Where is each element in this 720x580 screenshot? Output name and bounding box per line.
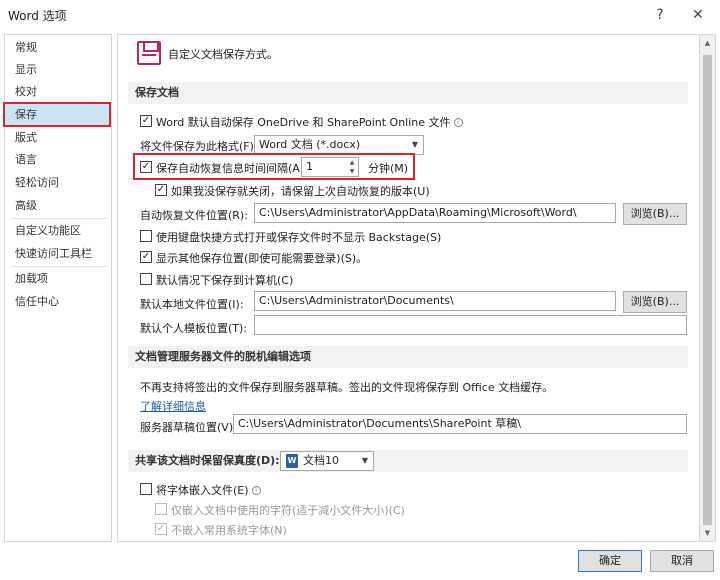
scroll-up-icon[interactable]: ▲ bbox=[700, 35, 715, 51]
browse-autorecover-button[interactable]: 浏览(B)... bbox=[623, 203, 687, 225]
sidebar-item-display[interactable]: 显示 bbox=[5, 59, 111, 81]
fidelity-document-value: 文档10 bbox=[303, 454, 339, 467]
save-format-value: Word 文档 (*.docx) bbox=[259, 138, 361, 151]
autosave-onedrive-label: Word 默认自动保存 OneDrive 和 SharePoint Online… bbox=[156, 114, 463, 130]
sidebar-item-advanced[interactable]: 高级 bbox=[5, 195, 111, 217]
section-preserve-fidelity: 共享该文档时保留保真度(D): bbox=[128, 450, 688, 472]
no-common-fonts-checkbox[interactable]: ✓ bbox=[155, 523, 167, 535]
server-drafts-input[interactable]: C:\Users\Administrator\Documents\SharePo… bbox=[233, 414, 687, 434]
sidebar-item-trust-center[interactable]: 信任中心 bbox=[5, 291, 111, 313]
save-icon bbox=[137, 41, 161, 65]
save-format-select[interactable]: Word 文档 (*.docx) ▼ bbox=[254, 135, 424, 155]
show-more-locations-checkbox[interactable]: ✓ bbox=[140, 251, 152, 263]
browse-local-button[interactable]: 浏览(B)... bbox=[623, 291, 687, 313]
section-server-offline-editing: 文档管理服务器文件的脱机编辑选项 bbox=[128, 346, 688, 368]
scroll-thumb[interactable] bbox=[703, 55, 712, 525]
highlight-autorecover-row bbox=[133, 153, 415, 180]
sidebar-item-layout[interactable]: 版式 bbox=[5, 127, 111, 149]
page-heading: 自定义文档保存方式。 bbox=[168, 48, 278, 61]
server-drafts-note: 不再支持将签出的文件保存到服务器草稿。签出的文件现将保存到 Office 文档缓… bbox=[140, 381, 554, 394]
help-button[interactable]: ? bbox=[648, 4, 672, 26]
sidebar-item-general[interactable]: 常规 bbox=[5, 37, 111, 59]
embed-fonts-checkbox[interactable] bbox=[140, 483, 152, 495]
template-location-input[interactable] bbox=[254, 315, 687, 335]
autosave-onedrive-checkbox[interactable]: ✓ bbox=[140, 115, 152, 127]
sidebar-item-accessibility[interactable]: 轻松访问 bbox=[5, 172, 111, 194]
no-backstage-checkbox[interactable] bbox=[140, 230, 152, 242]
template-location-label: 默认个人模板位置(T): bbox=[140, 322, 248, 335]
sidebar-item-addins[interactable]: 加载项 bbox=[5, 268, 111, 290]
scroll-down-icon[interactable]: ▼ bbox=[700, 525, 715, 541]
fidelity-document-select[interactable]: W 文档10 ▼ bbox=[280, 451, 374, 471]
sidebar-item-quick-access-toolbar[interactable]: 快速访问工具栏 bbox=[5, 243, 111, 265]
word-doc-icon: W bbox=[286, 454, 298, 468]
embed-used-chars-checkbox[interactable] bbox=[155, 503, 167, 515]
local-location-label: 默认本地文件位置(I): bbox=[140, 298, 244, 311]
info-icon: i bbox=[453, 118, 463, 127]
chevron-down-icon: ▼ bbox=[361, 456, 369, 465]
window-title: Word 选项 bbox=[8, 9, 67, 23]
embed-fonts-label: 将字体嵌入文件(E) i bbox=[156, 482, 261, 498]
info-icon: i bbox=[251, 486, 261, 495]
save-to-computer-checkbox[interactable] bbox=[140, 273, 152, 285]
sidebar-divider bbox=[11, 218, 107, 219]
autorecover-location-input[interactable]: C:\Users\Administrator\AppData\Roaming\M… bbox=[254, 203, 616, 223]
save-to-computer-label: 默认情况下保存到计算机(C) bbox=[156, 274, 294, 287]
keep-last-version-checkbox[interactable]: ✓ bbox=[155, 184, 167, 196]
ok-button[interactable]: 确定 bbox=[578, 550, 642, 572]
local-location-input[interactable]: C:\Users\Administrator\Documents\ bbox=[254, 291, 616, 311]
title-bar: Word 选项 ? ✕ bbox=[0, 0, 720, 30]
learn-more-link[interactable]: 了解详细信息 bbox=[140, 398, 206, 414]
autorecover-location-label: 自动恢复文件位置(R): bbox=[140, 209, 248, 222]
highlight-save-item bbox=[3, 102, 111, 127]
no-common-fonts-label: 不嵌入常用系统字体(N) bbox=[171, 524, 287, 537]
sidebar-divider bbox=[11, 266, 107, 267]
section-save-documents: 保存文档 bbox=[128, 82, 688, 104]
embed-used-chars-label: 仅嵌入文档中使用的字符(适于减小文件大小)(C) bbox=[171, 504, 405, 517]
sidebar-item-language[interactable]: 语言 bbox=[5, 149, 111, 171]
chevron-down-icon: ▼ bbox=[411, 140, 419, 149]
vertical-scrollbar[interactable]: ▲ ▼ bbox=[699, 34, 716, 542]
close-button[interactable]: ✕ bbox=[686, 4, 710, 26]
no-backstage-label: 使用键盘快捷方式打开或保存文件时不显示 Backstage(S) bbox=[156, 231, 442, 244]
server-drafts-label: 服务器草稿位置(V): bbox=[140, 421, 237, 434]
show-more-locations-label: 显示其他保存位置(即使可能需要登录)(S)。 bbox=[156, 252, 368, 265]
sidebar-item-proofing[interactable]: 校对 bbox=[5, 81, 111, 103]
sidebar-item-customize-ribbon[interactable]: 自定义功能区 bbox=[5, 220, 111, 242]
save-format-label: 将文件保存为此格式(F): bbox=[140, 140, 258, 153]
cancel-button[interactable]: 取消 bbox=[650, 550, 714, 572]
keep-last-version-label: 如果我没保存就关闭，请保留上次自动恢复的版本(U) bbox=[171, 185, 430, 198]
